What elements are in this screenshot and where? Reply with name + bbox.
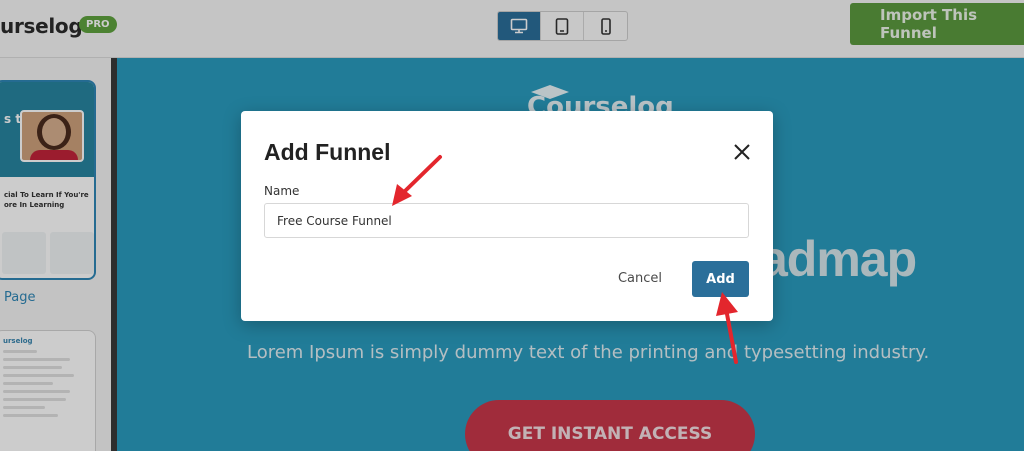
add-button[interactable]: Add [692,261,749,297]
funnel-name-input[interactable] [264,203,749,238]
close-icon [734,144,750,160]
close-button[interactable] [729,139,755,165]
modal-title: Add Funnel [264,139,391,165]
add-funnel-modal: Add Funnel Name Cancel Add [241,111,773,321]
cancel-button[interactable]: Cancel [610,261,670,296]
name-label: Name [264,184,300,198]
